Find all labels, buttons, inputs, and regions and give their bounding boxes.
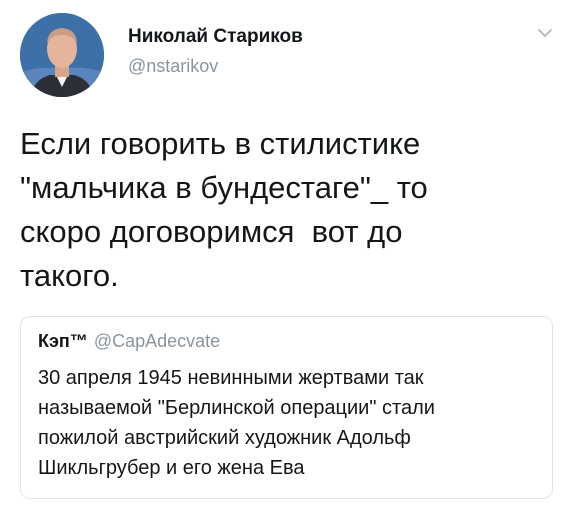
tweet-menu-button[interactable]	[536, 26, 554, 40]
avatar-photo-icon	[20, 13, 104, 97]
quoted-author-handle: @CapAdecvate	[93, 331, 221, 351]
quoted-tweet-header: Кэп™ @CapAdecvate	[38, 331, 220, 352]
quoted-author-name: Кэп™	[38, 331, 88, 351]
author-handle[interactable]: @nstarikov	[128, 56, 218, 77]
author-display-name[interactable]: Николай Стариков	[128, 26, 303, 48]
quoted-tweet-text: 30 апреля 1945 невинными жертвами так на…	[38, 367, 435, 479]
tweet-card: Николай Стариков @nstarikov Если говорит…	[0, 0, 574, 519]
chevron-down-icon	[538, 29, 552, 37]
tweet-text: Если говорить в стилистике "мальчика в б…	[20, 126, 428, 293]
avatar[interactable]	[20, 13, 104, 97]
quoted-tweet[interactable]: Кэп™ @CapAdecvate 30 апреля 1945 невинным…	[20, 316, 553, 499]
